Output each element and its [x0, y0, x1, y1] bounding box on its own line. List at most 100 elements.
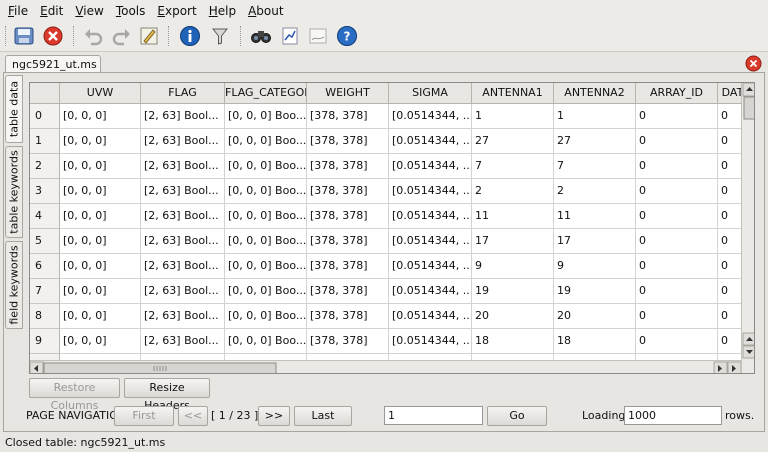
table-cell[interactable]: [0, 0, 0] — [60, 129, 141, 154]
table-cell[interactable]: [0.0514344, ... — [389, 154, 472, 179]
loading-rows-input[interactable]: 1000 — [624, 406, 722, 425]
tab-field-keywords[interactable]: field keywords — [5, 241, 23, 329]
table-cell[interactable]: [0, 0, 0] Boo... — [225, 279, 307, 304]
table-cell[interactable]: [0.0514344, ... — [389, 304, 472, 329]
table-cell[interactable]: [0.0514344, ... — [389, 229, 472, 254]
table-cell[interactable]: 0 — [636, 129, 718, 154]
menu-tools[interactable]: Tools — [112, 4, 150, 18]
table-cell[interactable]: [0, 0, 0] Boo... — [225, 154, 307, 179]
menu-view[interactable]: View — [71, 4, 107, 18]
table-cell[interactable]: [2, 63] Bool... — [141, 254, 225, 279]
table-cell[interactable]: [0.0514344, ... — [389, 329, 472, 354]
table-cell[interactable]: [378, 378] — [307, 179, 389, 204]
menu-about[interactable]: About — [244, 4, 288, 18]
column-header[interactable]: ANTENNA1 — [472, 83, 554, 104]
table-cell[interactable]: 9 — [472, 254, 554, 279]
document-tab[interactable]: ngc5921_ut.ms — [5, 55, 101, 73]
table-cell[interactable]: 27 — [554, 129, 636, 154]
table-cell[interactable]: 0 — [636, 304, 718, 329]
table-cell[interactable]: [2, 63] Bool... — [141, 129, 225, 154]
table-cell[interactable]: [0, 0, 0] — [60, 179, 141, 204]
table-cell[interactable]: [0, 0, 0] Boo... — [225, 254, 307, 279]
table-cell[interactable]: [378, 378] — [307, 204, 389, 229]
table-cell[interactable]: [378, 378] — [307, 254, 389, 279]
table-cell[interactable]: [378, 378] — [307, 104, 389, 129]
page-number-input[interactable]: 1 — [384, 406, 483, 425]
table-cell[interactable]: 18 — [472, 329, 554, 354]
table-cell[interactable]: [0, 0, 0] — [60, 104, 141, 129]
edit-icon[interactable] — [137, 24, 161, 48]
table-cell[interactable]: [0, 0, 0] Boo... — [225, 329, 307, 354]
column-header[interactable]: SIGMA — [389, 83, 472, 104]
column-header[interactable]: FLAG_CATEGORY — [225, 83, 307, 104]
table-cell[interactable]: 1 — [554, 104, 636, 129]
menu-help[interactable]: Help — [205, 4, 240, 18]
row-header[interactable]: 1 — [30, 129, 60, 154]
close-tab-icon[interactable] — [745, 55, 762, 72]
table-cell[interactable]: [378, 378] — [307, 129, 389, 154]
table-cell[interactable]: 27 — [472, 129, 554, 154]
table-cell[interactable]: [378, 378] — [307, 329, 389, 354]
table-cell[interactable]: [2, 63] Bool... — [141, 229, 225, 254]
table-cell[interactable]: [0, 0, 0] — [60, 254, 141, 279]
table-cell[interactable]: 0 — [636, 179, 718, 204]
tab-table-keywords[interactable]: table keywords — [5, 146, 23, 238]
table-cell[interactable]: [0, 0, 0] Boo... — [225, 179, 307, 204]
filter-icon[interactable] — [208, 24, 232, 48]
column-header[interactable]: ANTENNA2 — [554, 83, 636, 104]
table-cell[interactable]: [0, 0, 0] Boo... — [225, 104, 307, 129]
table-cell[interactable]: 1 — [472, 104, 554, 129]
table-cell[interactable]: 2 — [554, 179, 636, 204]
row-header[interactable]: 2 — [30, 154, 60, 179]
table-cell[interactable]: 2 — [472, 179, 554, 204]
table-cell[interactable]: 0 — [636, 229, 718, 254]
horizontal-scrollbar[interactable] — [30, 360, 742, 373]
table-cell[interactable]: [0.0514344, ... — [389, 279, 472, 304]
table-cell[interactable]: [2, 63] Bool... — [141, 329, 225, 354]
table-cell[interactable]: [2, 63] Bool... — [141, 204, 225, 229]
table-cell[interactable]: [378, 378] — [307, 229, 389, 254]
table-cell[interactable]: 0 — [636, 104, 718, 129]
vertical-scrollbar[interactable] — [741, 83, 754, 373]
menu-edit[interactable]: Edit — [36, 4, 67, 18]
table-cell[interactable]: 18 — [554, 329, 636, 354]
table-cell[interactable]: [0, 0, 0] — [60, 229, 141, 254]
undo-icon[interactable] — [81, 24, 105, 48]
row-header[interactable]: 3 — [30, 179, 60, 204]
table-cell[interactable]: 11 — [472, 204, 554, 229]
table-cell[interactable]: [0, 0, 0] Boo... — [225, 204, 307, 229]
table-cell[interactable]: [378, 378] — [307, 304, 389, 329]
table-cell[interactable]: [2, 63] Bool... — [141, 304, 225, 329]
close-table-icon[interactable] — [41, 24, 65, 48]
table-cell[interactable]: 0 — [636, 204, 718, 229]
info-icon[interactable] — [178, 24, 202, 48]
row-header[interactable]: 9 — [30, 329, 60, 354]
table-cell[interactable]: [0.0514344, ... — [389, 129, 472, 154]
table-cell[interactable]: 17 — [554, 229, 636, 254]
table-cell[interactable]: 20 — [554, 304, 636, 329]
row-header[interactable]: 4 — [30, 204, 60, 229]
table-corner[interactable] — [30, 83, 60, 104]
row-header[interactable]: 5 — [30, 229, 60, 254]
table-cell[interactable]: [0, 0, 0] Boo... — [225, 229, 307, 254]
row-header[interactable]: 0 — [30, 104, 60, 129]
row-header[interactable]: 6 — [30, 254, 60, 279]
table-cell[interactable]: 11 — [554, 204, 636, 229]
first-page-button[interactable]: First — [114, 406, 174, 426]
table-cell[interactable]: [0, 0, 0] — [60, 279, 141, 304]
table-cell[interactable]: 0 — [636, 254, 718, 279]
last-page-button[interactable]: Last — [294, 406, 352, 426]
help-icon[interactable]: ? — [335, 24, 359, 48]
row-header[interactable]: 8 — [30, 304, 60, 329]
table-cell[interactable]: 19 — [472, 279, 554, 304]
column-header[interactable]: WEIGHT — [307, 83, 389, 104]
data-table[interactable]: UVWFLAGFLAG_CATEGORYWEIGHTSIGMAANTENNA1A… — [29, 82, 755, 374]
table-cell[interactable]: [2, 63] Bool... — [141, 279, 225, 304]
table-cell[interactable]: [0, 0, 0] — [60, 204, 141, 229]
tab-table-data[interactable]: table data — [5, 75, 23, 143]
table-cell[interactable]: [2, 63] Bool... — [141, 104, 225, 129]
table-cell[interactable]: 19 — [554, 279, 636, 304]
table-cell[interactable]: 9 — [554, 254, 636, 279]
table-cell[interactable]: [0, 0, 0] — [60, 154, 141, 179]
table-cell[interactable]: [0.0514344, ... — [389, 204, 472, 229]
